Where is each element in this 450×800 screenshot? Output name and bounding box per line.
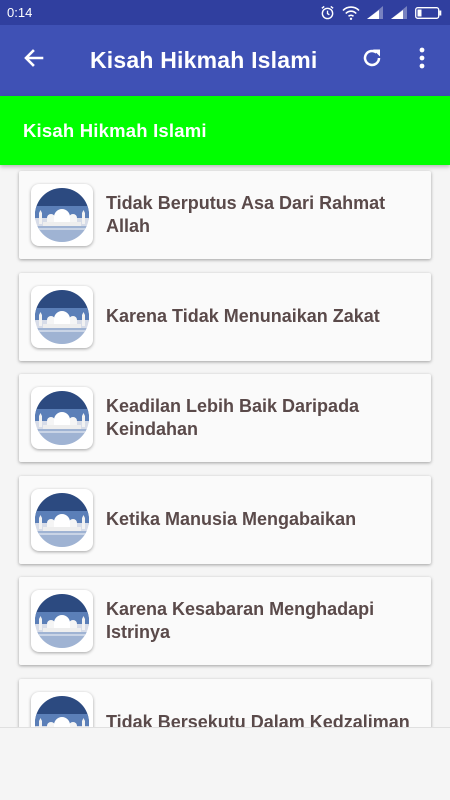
app-screen: 0:14 Kisah Hikmah Islami Kisah Hikmah Is…	[0, 0, 450, 800]
story-card[interactable]: Tidak Bersekutu Dalam Kedzaliman	[19, 678, 431, 727]
story-card[interactable]: Ketika Manusia Mengabaikan	[19, 475, 431, 564]
mosque-thumbnail-icon	[31, 387, 93, 449]
story-title: Tidak Berputus Asa Dari Rahmat Allah	[106, 193, 386, 236]
battery-icon	[415, 6, 442, 19]
alarm-icon	[320, 5, 335, 20]
mosque-thumbnail-icon	[31, 184, 93, 246]
back-button[interactable]	[4, 25, 64, 96]
wifi-icon	[342, 5, 360, 20]
status-bar: 0:14	[0, 0, 450, 25]
arrow-back-icon	[22, 46, 46, 75]
mosque-thumbnail-icon	[31, 691, 93, 727]
signal-icon	[367, 6, 384, 19]
story-title: Keadilan Lebih Baik Daripada Keindahan	[106, 396, 360, 439]
story-card[interactable]: Karena Tidak Menunaikan Zakat	[19, 272, 431, 361]
story-list[interactable]: Tidak Berputus Asa Dari Rahmat Allah Kar…	[0, 165, 450, 727]
story-card[interactable]: Keadilan Lebih Baik Daripada Keindahan	[19, 374, 431, 462]
story-title: Karena Tidak Menunaikan Zakat	[106, 306, 380, 326]
story-title: Ketika Manusia Mengabaikan	[106, 509, 357, 529]
mosque-thumbnail-icon	[31, 488, 93, 551]
status-time: 0:14	[7, 5, 33, 20]
story-card[interactable]: Karena Kesabaran Menghadapi Istrinya	[19, 577, 431, 665]
app-bar: Kisah Hikmah Islami	[0, 25, 450, 96]
story-card[interactable]: Tidak Berputus Asa Dari Rahmat Allah	[19, 171, 431, 259]
page-title: Kisah Hikmah Islami	[90, 47, 318, 73]
more-vert-icon	[418, 46, 426, 75]
signal-icon-2	[391, 6, 408, 19]
refresh-icon	[360, 46, 384, 75]
story-title: Karena Kesabaran Menghadapi Istrinya	[106, 599, 375, 642]
mosque-thumbnail-icon	[31, 285, 93, 348]
more-options-button[interactable]	[400, 25, 444, 96]
story-title: Tidak Bersekutu Dalam Kedzaliman	[106, 712, 410, 727]
bottom-area	[0, 727, 450, 800]
banner-title: Kisah Hikmah Islami	[23, 119, 207, 141]
status-icons	[320, 5, 442, 20]
category-banner: Kisah Hikmah Islami	[0, 96, 450, 165]
mosque-thumbnail-icon	[31, 590, 93, 652]
refresh-button[interactable]	[350, 25, 394, 96]
